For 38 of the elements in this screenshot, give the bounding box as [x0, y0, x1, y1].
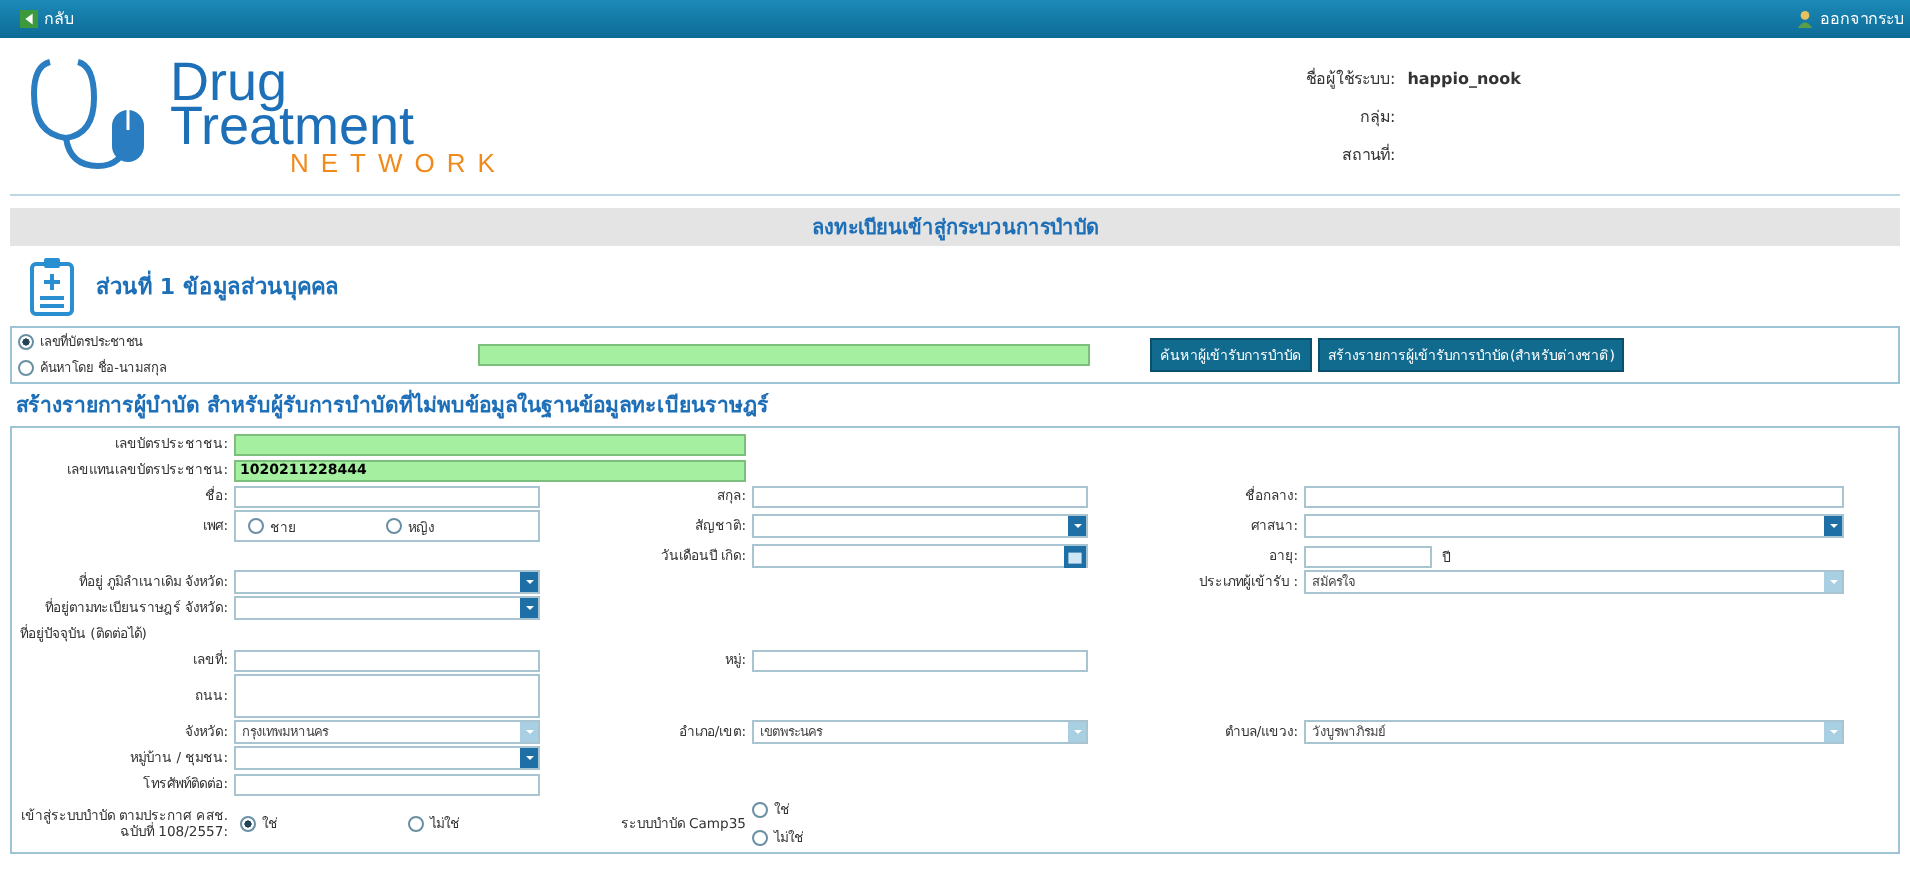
section-title: ส่วนที่ 1 ข้อมูลส่วนบุคคล [96, 268, 339, 304]
form-title: สร้างรายการผู้บำบัด สำหรับผู้รับการบำบัดที่ไม่พบข้อมูลในฐานข้อมูลทะเบียนราษฎร์ [0, 384, 1910, 426]
radio-button[interactable] [752, 801, 768, 817]
radio-button[interactable] [240, 815, 256, 831]
radio-button[interactable] [408, 815, 424, 831]
info-label: สถานที่: [1340, 142, 1396, 167]
user-icon[interactable] [1796, 10, 1814, 28]
dropdown[interactable] [234, 570, 540, 594]
input-field[interactable] [234, 649, 540, 671]
date-field[interactable] [752, 544, 1088, 568]
input-field[interactable] [234, 773, 540, 795]
dropdown[interactable] [752, 514, 1088, 538]
info-label: ชื่อผู้ใช้ระบบ: [1306, 66, 1396, 91]
logo-text: NETWORK [288, 148, 507, 178]
clipboard-icon [28, 256, 76, 316]
radio-button[interactable] [18, 334, 34, 350]
radio-button[interactable] [248, 518, 264, 534]
input-field[interactable] [752, 485, 1088, 507]
input-field[interactable] [234, 433, 746, 455]
page-title: ลงทะเบียนเข้าสู่กระบวนการบำบัด [10, 208, 1900, 246]
radio-button[interactable] [386, 518, 402, 534]
info-value: happio_nook [1407, 69, 1521, 87]
dropdown[interactable] [234, 746, 540, 770]
radio-button[interactable] [18, 360, 34, 376]
search-field[interactable] [478, 344, 1090, 366]
info-label: กลุ่ม: [1358, 105, 1396, 129]
input-field[interactable] [234, 485, 540, 507]
dropdown[interactable] [1304, 514, 1844, 538]
input-field[interactable] [752, 649, 1088, 671]
dropdown[interactable] [234, 596, 540, 620]
input-field[interactable] [1304, 545, 1432, 567]
text-area[interactable] [234, 674, 540, 718]
logout-link[interactable]: ออกจากระบ [1820, 6, 1904, 32]
back-link[interactable]: กลับ [44, 6, 74, 32]
input-field[interactable] [1304, 485, 1844, 507]
calendar-icon[interactable] [1064, 545, 1086, 567]
back-icon[interactable] [20, 10, 38, 28]
radio-button[interactable] [752, 829, 768, 845]
